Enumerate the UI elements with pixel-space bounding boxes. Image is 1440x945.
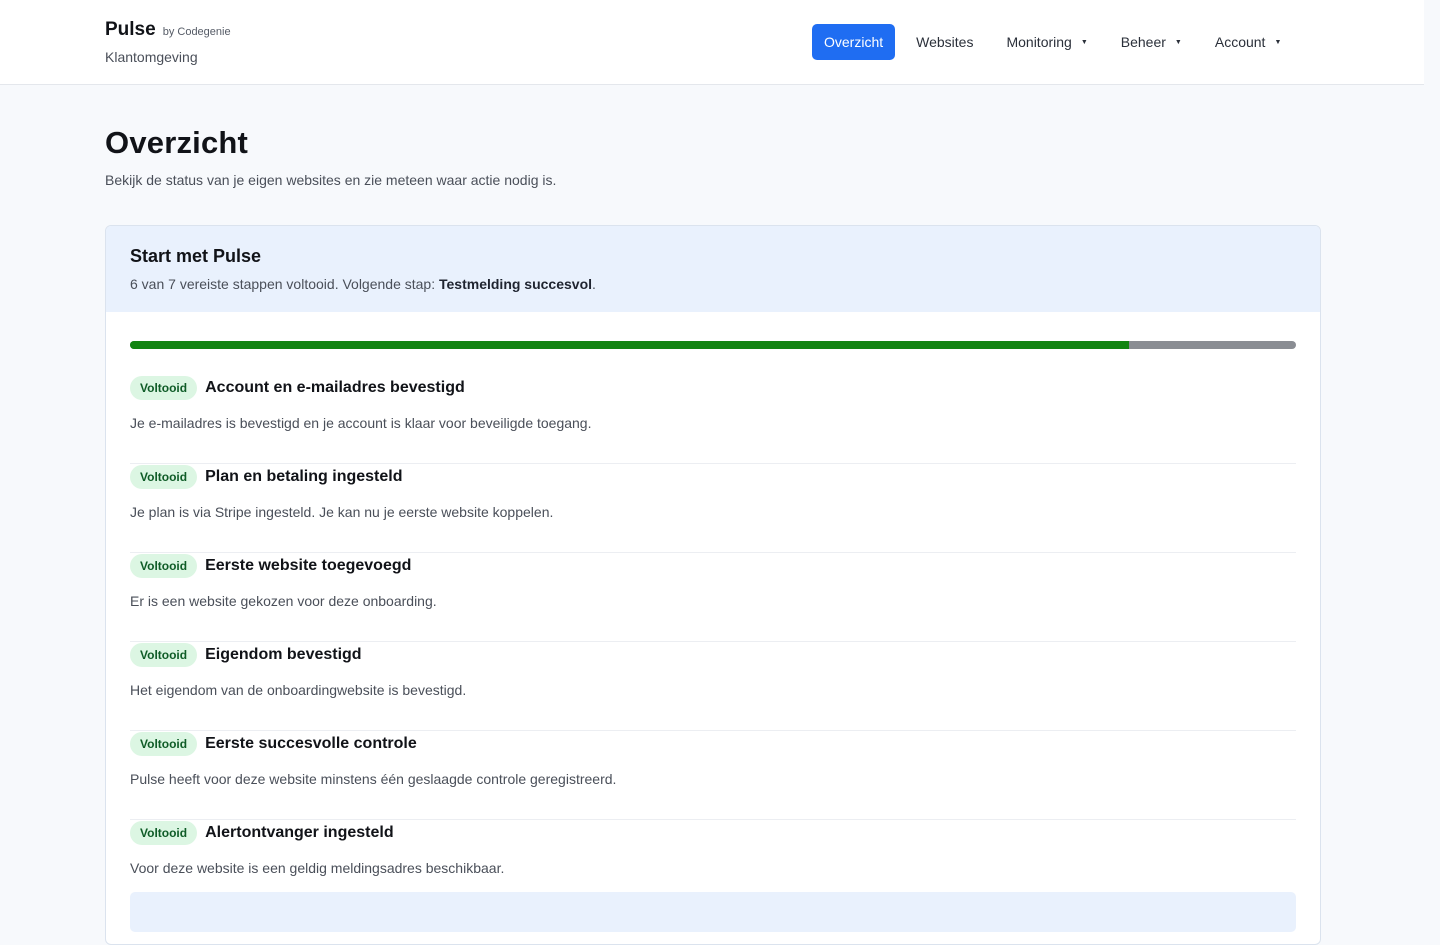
brand-line: Pulse by Codegenie [105,19,231,41]
step-title: Account en e-mailadres bevestigd [205,379,465,396]
nav-item-label: Beheer [1120,34,1166,50]
brand-by: by Codegenie [162,26,231,38]
step-title: Eerste website toegevoegd [205,557,412,574]
step-title: Eigendom bevestigd [205,646,362,663]
status-badge: Voltooid [130,376,198,400]
onboarding-summary: 6 van 7 vereiste stappen voltooid. Volge… [130,276,1296,292]
onboarding-progress-fill [130,341,1130,349]
step-item: Voltooid Eigendom bevestigd Het eigendom… [130,642,1296,731]
status-badge: Voltooid [130,554,198,578]
nav-item-beheer[interactable]: Beheer ▼ [1109,24,1194,60]
status-badge: Voltooid [130,821,198,845]
page-title: Overzicht [105,125,249,160]
step-description: Je plan is via Stripe ingesteld. Je kan … [130,504,554,520]
nav-item-monitoring[interactable]: Monitoring ▼ [994,24,1099,60]
step-head: Voltooid Account en e-mailadres bevestig… [130,375,1296,401]
onboarding-card: Start met Pulse 6 van 7 vereiste stappen… [105,225,1321,945]
step-description: Er is een website gekozen voor deze onbo… [130,593,437,609]
step-head: Voltooid Alertontvanger ingesteld [130,820,1296,846]
step-title: Plan en betaling ingesteld [205,468,403,485]
step-description: Je e-mailadres is bevestigd en je accoun… [130,415,592,431]
status-badge: Voltooid [130,643,198,667]
step-head: Voltooid Plan en betaling ingesteld [130,464,1296,490]
caret-down-icon: ▼ [1174,38,1182,46]
onboarding-steps: Voltooid Account en e-mailadres bevestig… [130,375,1296,909]
onboarding-card-header: Start met Pulse 6 van 7 vereiste stappen… [106,226,1320,312]
main-nav: Overzicht Websites Monitoring ▼ Beheer ▼… [812,24,1302,60]
step-title: Alertontvanger ingesteld [205,824,394,841]
page-subtitle: Bekijk de status van je eigen websites e… [105,172,557,188]
onboarding-summary-prefix: 6 van 7 vereiste stappen voltooid. Volge… [130,276,439,292]
brand-name: Pulse [105,19,156,40]
nav-item-label: Monitoring [1006,34,1072,50]
nav-item-label: Overzicht [824,34,884,50]
step-item: Voltooid Account en e-mailadres bevestig… [130,375,1296,464]
nav-item-websites[interactable]: Websites [904,24,985,60]
onboarding-summary-suffix: . [592,276,596,292]
top-navigation-bar: Pulse by Codegenie Klantomgeving Overzic… [0,0,1424,85]
nav-item-label: Websites [916,34,974,50]
step-head: Voltooid Eigendom bevestigd [130,642,1296,668]
step-head: Voltooid Eerste website toegevoegd [130,553,1296,579]
brand[interactable]: Pulse by Codegenie Klantomgeving [105,19,231,65]
caret-down-icon: ▼ [1274,38,1282,46]
step-title: Eerste succesvolle controle [205,735,417,752]
onboarding-title: Start met Pulse [130,246,262,266]
step-item: Voltooid Eerste succesvolle controle Pul… [130,731,1296,820]
nav-item-account[interactable]: Account ▼ [1203,24,1294,60]
step-description: Het eigendom van de onboardingwebsite is… [130,682,467,698]
caret-down-icon: ▼ [1080,38,1088,46]
status-badge: Voltooid [130,465,198,489]
next-step-panel [130,892,1296,932]
onboarding-progress-bar [130,341,1296,349]
status-badge: Voltooid [130,732,198,756]
step-item: Voltooid Plan en betaling ingesteld Je p… [130,464,1296,553]
nav-item-label: Account [1214,34,1266,50]
step-item: Voltooid Eerste website toegevoegd Er is… [130,553,1296,642]
step-description: Pulse heeft voor deze website minstens é… [130,771,617,787]
onboarding-next-step: Testmelding succesvol [439,276,593,292]
brand-subtitle: Klantomgeving [105,49,198,65]
nav-item-overzicht[interactable]: Overzicht [812,24,896,60]
step-head: Voltooid Eerste succesvolle controle [130,731,1296,757]
step-description: Voor deze website is een geldig meldings… [130,860,505,876]
